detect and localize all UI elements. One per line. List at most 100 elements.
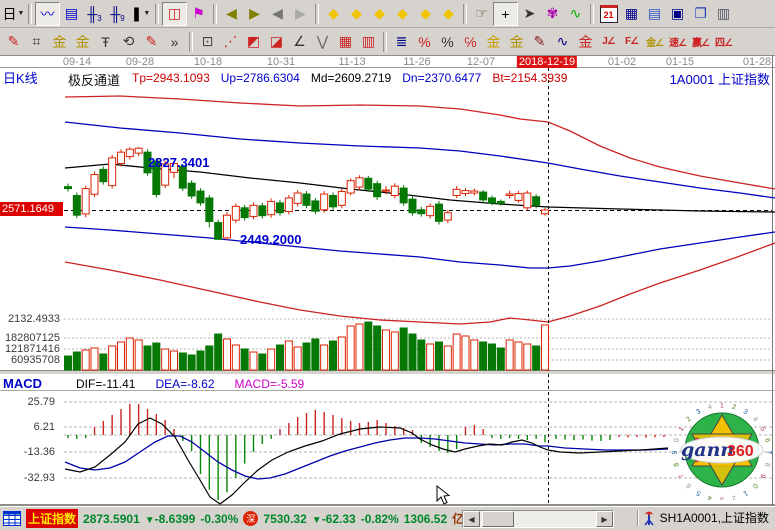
- jump-first-button-icon[interactable]: ◀: [220, 3, 243, 25]
- date-tick: 11-13: [338, 56, 365, 68]
- gann-fan-button-icon[interactable]: ⋰: [219, 31, 242, 53]
- sh-change-group: ▼-8.6399: [145, 512, 196, 526]
- quote-list-button-icon[interactable]: ▤: [60, 3, 83, 25]
- diamond-expand-button-icon[interactable]: ◆: [368, 3, 391, 25]
- pointer-lasso-button-icon[interactable]: ➤: [518, 3, 541, 25]
- horizontal-scrollbar[interactable]: ◀ ▶: [462, 510, 614, 528]
- speed-angle-button-icon[interactable]: 速∠: [666, 31, 689, 53]
- divider: [637, 510, 638, 526]
- svg-text:3: 3: [720, 496, 724, 501]
- percent-button-icon[interactable]: %: [436, 31, 459, 53]
- date-tick: 10-18: [194, 56, 222, 68]
- minute-3-chart-button-icon[interactable]: ╫3: [83, 3, 106, 25]
- minute-9-chart-button-icon[interactable]: ╫9: [106, 3, 129, 25]
- date-tick: 09-14: [63, 56, 91, 68]
- gold-line-button-icon[interactable]: 金: [505, 31, 528, 53]
- f-marker-button-icon[interactable]: Ŧ: [94, 31, 117, 53]
- candle-style-button-icon[interactable]: ❚▼: [129, 3, 152, 25]
- gann-box-button-icon[interactable]: ◩: [242, 31, 265, 53]
- macd-value: MACD=-5.59: [235, 377, 305, 391]
- period-day-selector-icon[interactable]: 日▼: [2, 3, 25, 25]
- multi-window-button-icon[interactable]: ❐: [689, 3, 712, 25]
- more-tools-chevron-icon[interactable]: »: [163, 31, 186, 53]
- red-grid-button-icon[interactable]: ▦: [334, 31, 357, 53]
- toolbar-separator: [213, 4, 217, 24]
- symbol-code[interactable]: SH1A0001,上证指数: [660, 509, 769, 526]
- calculator-button-icon[interactable]: ▦: [620, 3, 643, 25]
- spiral-button-icon[interactable]: ⟲: [117, 31, 140, 53]
- red-brush-button-icon[interactable]: ✎: [2, 31, 25, 53]
- print-button-icon[interactable]: ▥: [712, 3, 735, 25]
- index-name-badge[interactable]: 上证指数: [26, 509, 78, 528]
- gold-angle-button-icon[interactable]: 金∠: [643, 31, 666, 53]
- svg-text:9: 9: [672, 450, 679, 454]
- compress-chart-button-icon[interactable]: ◫: [162, 2, 187, 26]
- percent-eq-button-icon[interactable]: ℅: [459, 31, 482, 53]
- indicator-name: 极反通道: [68, 70, 120, 89]
- toolbar-separator: [463, 4, 467, 24]
- zigzag-chart-button-icon[interactable]: 〰: [35, 2, 60, 26]
- diamond-shift-right-button-icon[interactable]: ◆: [437, 3, 460, 25]
- box-select-button-icon[interactable]: ⊡: [196, 31, 219, 53]
- shenzhen-badge-icon[interactable]: 深: [243, 511, 258, 526]
- line-draw-button-icon[interactable]: ∿: [564, 3, 587, 25]
- diamond-shift-left-button-icon[interactable]: ◆: [414, 3, 437, 25]
- calendar-button-icon[interactable]: 21: [597, 3, 620, 25]
- diamond-compress-button-icon[interactable]: ◆: [391, 3, 414, 25]
- quote-table-icon[interactable]: [3, 511, 21, 526]
- save-button-icon[interactable]: ▣: [666, 3, 689, 25]
- diamond-right-button-icon[interactable]: ◆: [345, 3, 368, 25]
- macd-value: DEA=-8.62: [155, 377, 214, 391]
- jump-last-button-icon[interactable]: ▶: [243, 3, 266, 25]
- scroll-right-button[interactable]: ▶: [596, 511, 613, 527]
- f-angle-button-icon[interactable]: F∠: [620, 31, 643, 53]
- date-tick: 10-31: [267, 56, 295, 68]
- crosshair-tool-button-icon[interactable]: +: [493, 2, 518, 26]
- macd-axis-label: 25.79: [0, 396, 55, 408]
- brush-plus-button-icon[interactable]: ✎: [140, 31, 163, 53]
- gold-coin-button-icon[interactable]: 金: [482, 31, 505, 53]
- svg-text:8: 8: [673, 462, 681, 468]
- step-forward-button-icon[interactable]: ▶: [289, 3, 312, 25]
- date-tick: 01-15: [666, 56, 694, 68]
- diamond-left-button-icon[interactable]: ◆: [322, 3, 345, 25]
- sz-index-price: 7530.32: [263, 512, 306, 526]
- svg-text:4: 4: [751, 416, 759, 424]
- svg-text:4: 4: [707, 404, 713, 412]
- hand-tool-button-icon[interactable]: ☞: [470, 3, 493, 25]
- color-flag-button-icon[interactable]: ⚑: [187, 3, 210, 25]
- antenna-icon: [642, 510, 656, 526]
- wave-tool-button-icon[interactable]: ∿: [551, 31, 574, 53]
- j-angle-button-icon[interactable]: J∠: [597, 31, 620, 53]
- logo-text-360: 360: [727, 443, 754, 460]
- macd-pane-label: MACD: [3, 376, 42, 391]
- current-price-marker: 2571.1649: [0, 202, 63, 216]
- pane-label-daily-kline: 日K线: [3, 68, 38, 87]
- ink-brush-button-icon[interactable]: ✎: [528, 31, 551, 53]
- svg-text:9: 9: [758, 472, 766, 479]
- scroll-left-button[interactable]: ◀: [463, 511, 480, 527]
- gold-level-button-icon[interactable]: 金: [48, 31, 71, 53]
- svg-text:2: 2: [731, 404, 737, 412]
- grid-hash-button-icon[interactable]: ⌗: [25, 31, 48, 53]
- step-back-button-icon[interactable]: ◀: [266, 3, 289, 25]
- indicator-params: Tp=2943.1093Up=2786.6304Md=2609.2719Dn=2…: [132, 71, 567, 85]
- sh-index-price: 2873.5901: [83, 512, 140, 526]
- wave-check-button-icon[interactable]: ⋁: [311, 31, 334, 53]
- gann-grid-box-button-icon[interactable]: ◪: [265, 31, 288, 53]
- gold-level2-button-icon[interactable]: 金: [71, 31, 94, 53]
- svg-text:3: 3: [695, 408, 702, 416]
- svg-text:1: 1: [678, 426, 686, 433]
- gold-box-button-icon[interactable]: 金: [574, 31, 597, 53]
- ruler-button-icon[interactable]: ≣: [390, 31, 413, 53]
- svg-text:8: 8: [763, 462, 771, 468]
- four-angle-button-icon[interactable]: 四∠: [712, 31, 735, 53]
- angle-lines-button-icon[interactable]: ∠: [288, 31, 311, 53]
- notepad-button-icon[interactable]: ▤: [643, 3, 666, 25]
- scroll-thumb[interactable]: [482, 511, 514, 527]
- mark-tool-button-icon[interactable]: ✾: [541, 3, 564, 25]
- win-angle-button-icon[interactable]: 赢∠: [689, 31, 712, 53]
- svg-text:0: 0: [751, 482, 759, 490]
- percent-line-button-icon[interactable]: %: [413, 31, 436, 53]
- red-grid2-button-icon[interactable]: ▥: [357, 31, 380, 53]
